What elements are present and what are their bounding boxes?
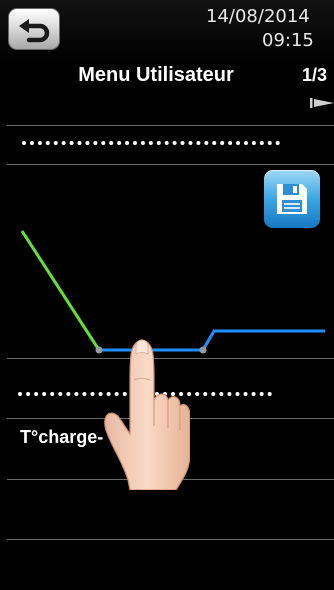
field-label-charge: T°charge- <box>20 427 104 447</box>
curve-slope-segment <box>20 230 101 351</box>
curve-point <box>199 346 207 354</box>
pointing-hand-icon <box>104 339 190 490</box>
setpoint-curve <box>20 230 325 354</box>
screen: 14/08/2014 09:15 Menu Utilisateur 1/3 T°… <box>0 0 334 590</box>
